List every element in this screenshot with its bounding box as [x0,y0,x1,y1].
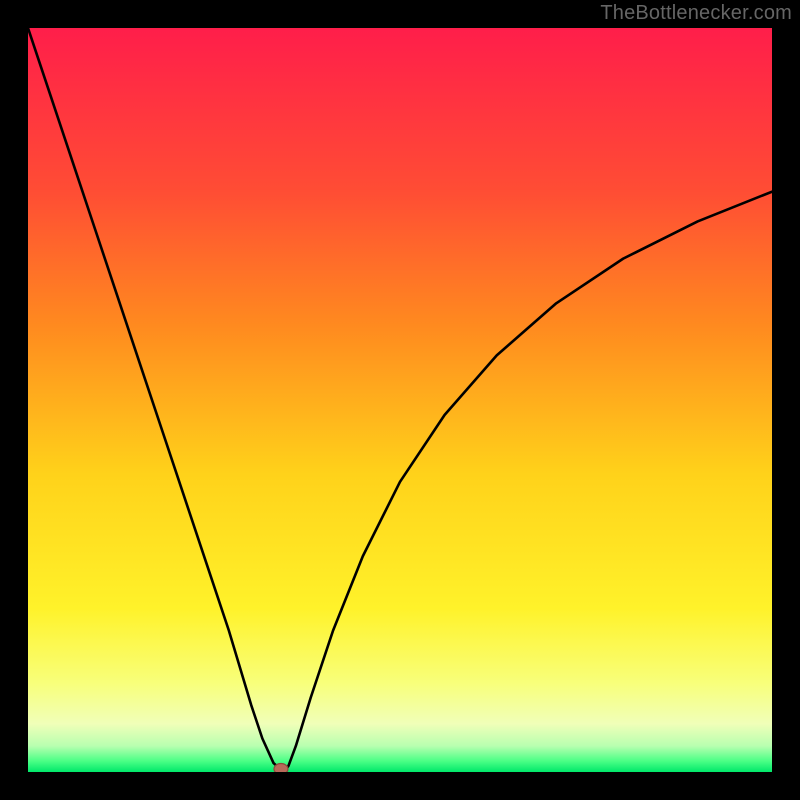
gradient-background [28,28,772,772]
plot-area [28,28,772,772]
watermark-text: TheBottlenecker.com [600,2,792,25]
chart-frame: TheBottlenecker.com [0,0,800,800]
optimal-point-marker [274,764,288,772]
chart-svg [28,28,772,772]
